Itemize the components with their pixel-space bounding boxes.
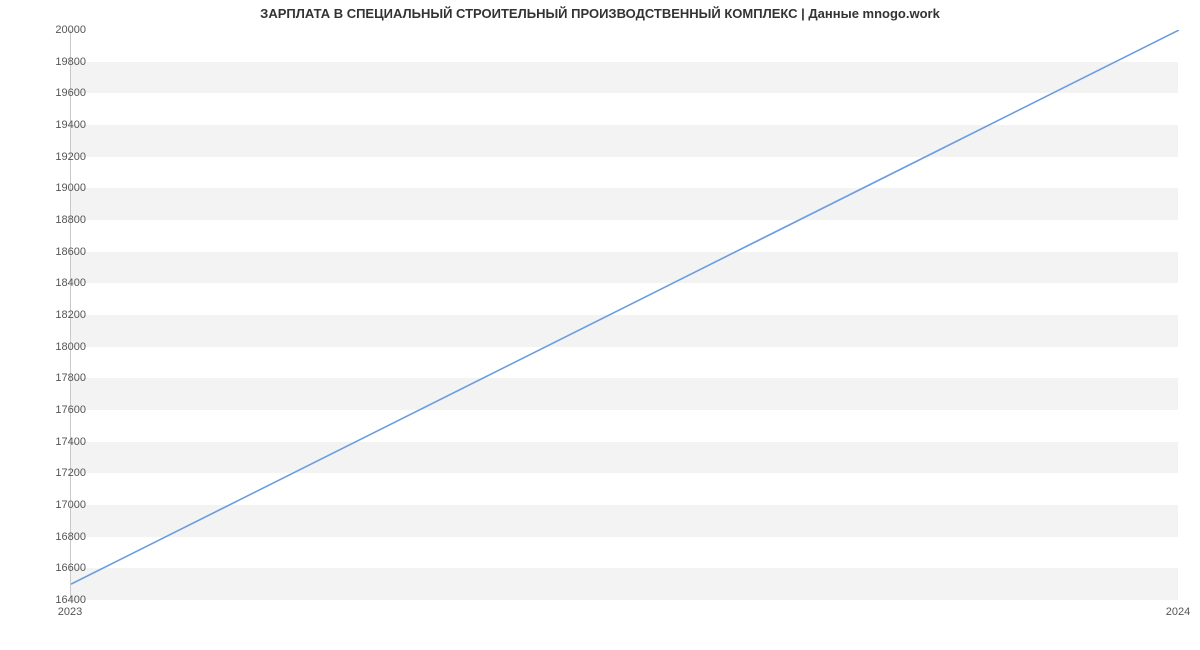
chart-line-svg — [71, 30, 1179, 600]
series-line — [71, 30, 1179, 584]
chart-title: ЗАРПЛАТА В СПЕЦИАЛЬНЫЙ СТРОИТЕЛЬНЫЙ ПРОИ… — [0, 6, 1200, 21]
x-tick-label: 2024 — [1166, 606, 1190, 618]
x-tick-label: 2023 — [58, 606, 82, 618]
chart-container: ЗАРПЛАТА В СПЕЦИАЛЬНЫЙ СТРОИТЕЛЬНЫЙ ПРОИ… — [0, 0, 1200, 650]
plot-area — [70, 30, 1178, 600]
